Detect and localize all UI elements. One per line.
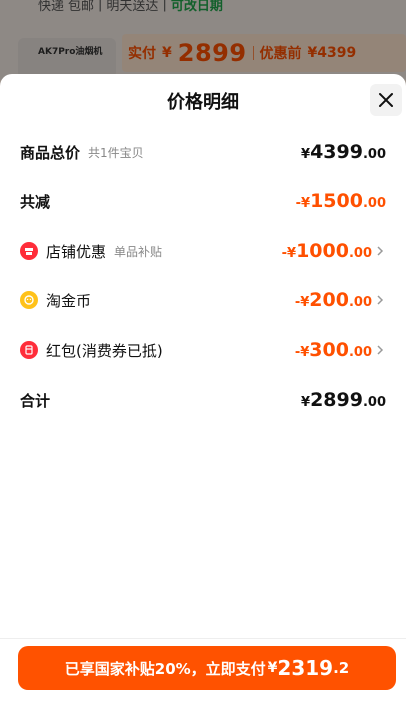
- currency-symbol: -¥: [281, 246, 297, 261]
- amount-decimal: .00: [348, 295, 372, 310]
- amount-decimal: .00: [362, 395, 386, 410]
- row-gold-coin[interactable]: 淘金币 -¥ 200 .00: [20, 285, 386, 315]
- row-sub-label: 共1件宝贝: [88, 145, 144, 160]
- row-label: 淘金币: [46, 291, 92, 310]
- amount-decimal: .2: [333, 659, 350, 677]
- page: 快递 包邮 | 明天送达 | 可改日期 AK7Pro油烟机 实付 ¥ 2899 …: [0, 0, 406, 702]
- row-amount: -¥ 1000 .00: [282, 240, 372, 262]
- red-packet-icon: [20, 341, 38, 359]
- amount-decimal: .00: [362, 196, 386, 211]
- row-amount: -¥ 300 .00: [295, 339, 372, 361]
- currency-symbol: -¥: [295, 196, 311, 211]
- amount-integer: 2319: [277, 656, 334, 680]
- row-label: 共减: [20, 192, 51, 211]
- currency-symbol: -¥: [294, 345, 310, 360]
- row-item-total: 商品总价 共1件宝贝 ¥ 4399 .00: [20, 137, 386, 167]
- background-page: 快递 包邮 | 明天送达 | 可改日期 AK7Pro油烟机 实付 ¥ 2899 …: [0, 0, 406, 80]
- gold-coin-icon: [20, 291, 38, 309]
- row-amount: ¥ 4399 .00: [301, 141, 386, 163]
- currency-symbol: ¥: [301, 395, 311, 410]
- chevron-right-icon: [376, 294, 386, 306]
- currency-symbol: -¥: [294, 295, 310, 310]
- amount-integer: 1000: [296, 240, 349, 262]
- row-label: 店铺优惠: [46, 242, 107, 261]
- sheet-title: 价格明细: [167, 92, 239, 113]
- row-sub-label: 单品补贴: [114, 244, 163, 259]
- chevron-right-icon: [376, 245, 386, 257]
- dim-overlay[interactable]: [0, 0, 406, 80]
- row-amount: -¥ 1500 .00: [296, 190, 386, 212]
- amount-integer: 300: [309, 339, 349, 361]
- footer-divider: [0, 638, 406, 639]
- chevron-right-icon: [376, 344, 386, 356]
- row-shop-discount[interactable]: 店铺优惠 单品补贴 -¥ 1000 .00: [20, 236, 386, 266]
- row-red-packet[interactable]: 红包(消费券已抵) -¥ 300 .00: [20, 335, 386, 365]
- row-label: 红包(消费券已抵): [46, 341, 163, 360]
- row-amount: ¥ 2899 .00: [301, 389, 386, 411]
- amount-integer: 4399: [310, 141, 363, 163]
- currency-symbol: ¥: [267, 660, 278, 676]
- amount-integer: 1500: [310, 190, 363, 212]
- price-detail-sheet: 价格明细 商品总价 共1件宝贝 ¥ 4399 .00 共减 -¥ 1500 .0…: [0, 74, 406, 702]
- close-icon: [379, 93, 393, 107]
- amount-integer: 200: [309, 289, 349, 311]
- amount-integer: 2899: [310, 389, 363, 411]
- row-grand-total: 合计 ¥ 2899 .00: [20, 385, 386, 415]
- amount-decimal: .00: [348, 345, 372, 360]
- row-amount: -¥ 200 .00: [295, 289, 372, 311]
- pay-button-label: 已享国家补贴20%，立即支付: [64, 659, 266, 678]
- close-button[interactable]: [370, 84, 402, 116]
- amount-decimal: .00: [362, 147, 386, 162]
- row-label: 合计: [20, 391, 51, 410]
- amount-decimal: .00: [348, 246, 372, 261]
- row-total-discount: 共减 -¥ 1500 .00: [20, 186, 386, 216]
- row-label: 商品总价: [20, 143, 81, 162]
- currency-symbol: ¥: [301, 147, 311, 162]
- shop-icon: [20, 242, 38, 260]
- pay-now-button[interactable]: 已享国家补贴20%，立即支付 ¥ 2319 .2: [18, 646, 396, 690]
